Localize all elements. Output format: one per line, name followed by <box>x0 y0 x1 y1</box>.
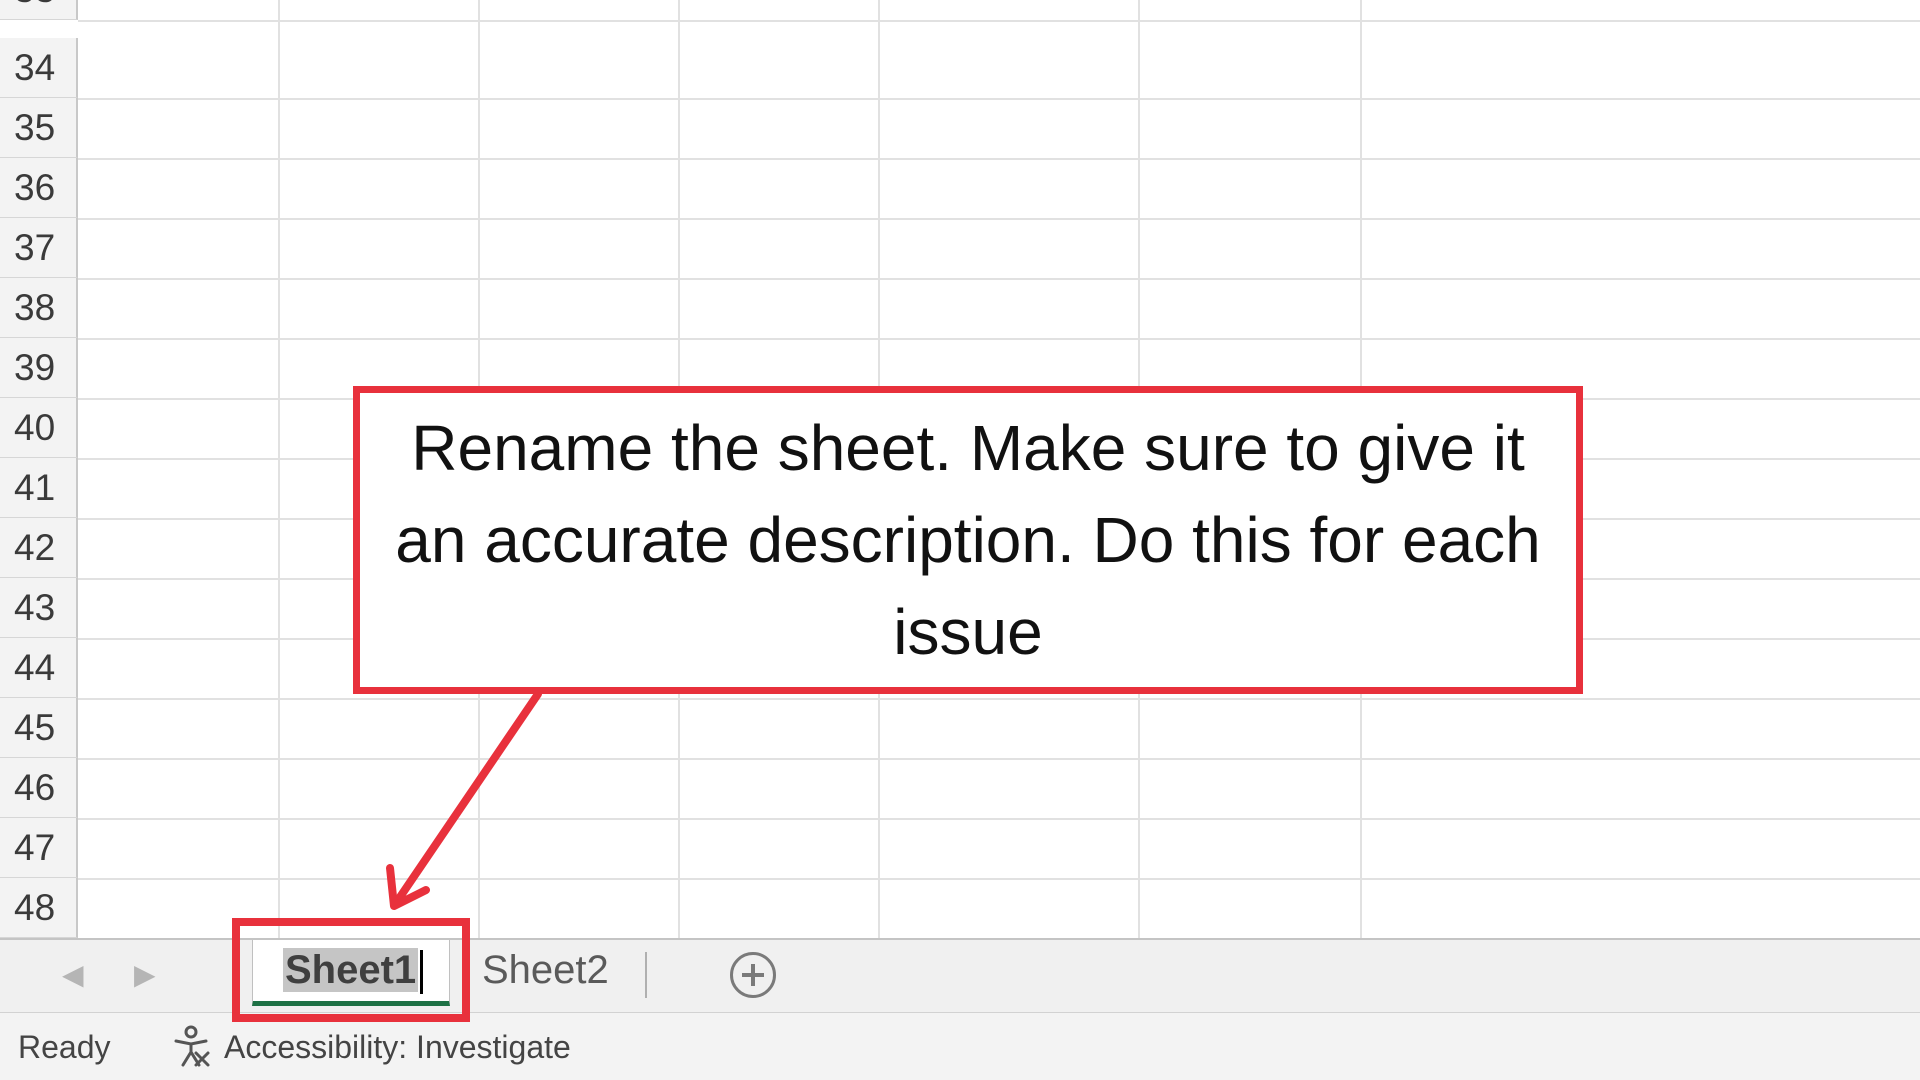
row-gridline <box>78 158 1920 160</box>
sheet-tab-sheet2[interactable]: Sheet2 <box>482 940 642 1006</box>
accessibility-status[interactable]: Accessibility: Investigate <box>224 1029 571 1066</box>
row-header[interactable]: 36 <box>0 158 78 218</box>
row-gridline <box>78 758 1920 760</box>
row-gridline <box>78 698 1920 700</box>
sheet-tab-label: Sheet2 <box>482 948 609 992</box>
row-gridline <box>78 818 1920 820</box>
row-gridline <box>78 338 1920 340</box>
row-header[interactable]: 40 <box>0 398 78 458</box>
row-header[interactable]: 38 <box>0 278 78 338</box>
row-header[interactable]: 44 <box>0 638 78 698</box>
status-ready-text: Ready <box>18 1029 111 1065</box>
status-bar: Ready Accessibility: Investigate <box>0 1012 1920 1080</box>
row-header[interactable]: 41 <box>0 458 78 518</box>
tab-highlight-box <box>232 918 470 1022</box>
row-gridline <box>78 878 1920 880</box>
row-header[interactable]: 34 <box>0 38 78 98</box>
instruction-callout: Rename the sheet. Make sure to give it a… <box>353 386 1583 694</box>
row-gridline <box>78 278 1920 280</box>
row-header[interactable]: 46 <box>0 758 78 818</box>
callout-text: Rename the sheet. Make sure to give it a… <box>395 412 1541 668</box>
row-header[interactable]: 39 <box>0 338 78 398</box>
row-header[interactable]: 35 <box>0 98 78 158</box>
chevron-right-icon[interactable]: ▶ <box>134 958 156 991</box>
row-gridline <box>78 218 1920 220</box>
row-header[interactable]: 42 <box>0 518 78 578</box>
row-header[interactable]: 43 <box>0 578 78 638</box>
row-gridline <box>78 20 1920 22</box>
row-gridline <box>78 98 1920 100</box>
row-header[interactable]: 48 <box>0 878 78 938</box>
tab-divider <box>645 952 647 998</box>
row-header[interactable]: 33 <box>0 0 78 20</box>
column-gridline <box>278 0 280 938</box>
accessibility-icon[interactable] <box>168 1023 214 1069</box>
row-header[interactable]: 47 <box>0 818 78 878</box>
chevron-left-icon[interactable]: ◀ <box>62 958 84 991</box>
plus-circle-icon[interactable] <box>730 952 776 998</box>
row-header[interactable]: 45 <box>0 698 78 758</box>
row-header[interactable]: 37 <box>0 218 78 278</box>
